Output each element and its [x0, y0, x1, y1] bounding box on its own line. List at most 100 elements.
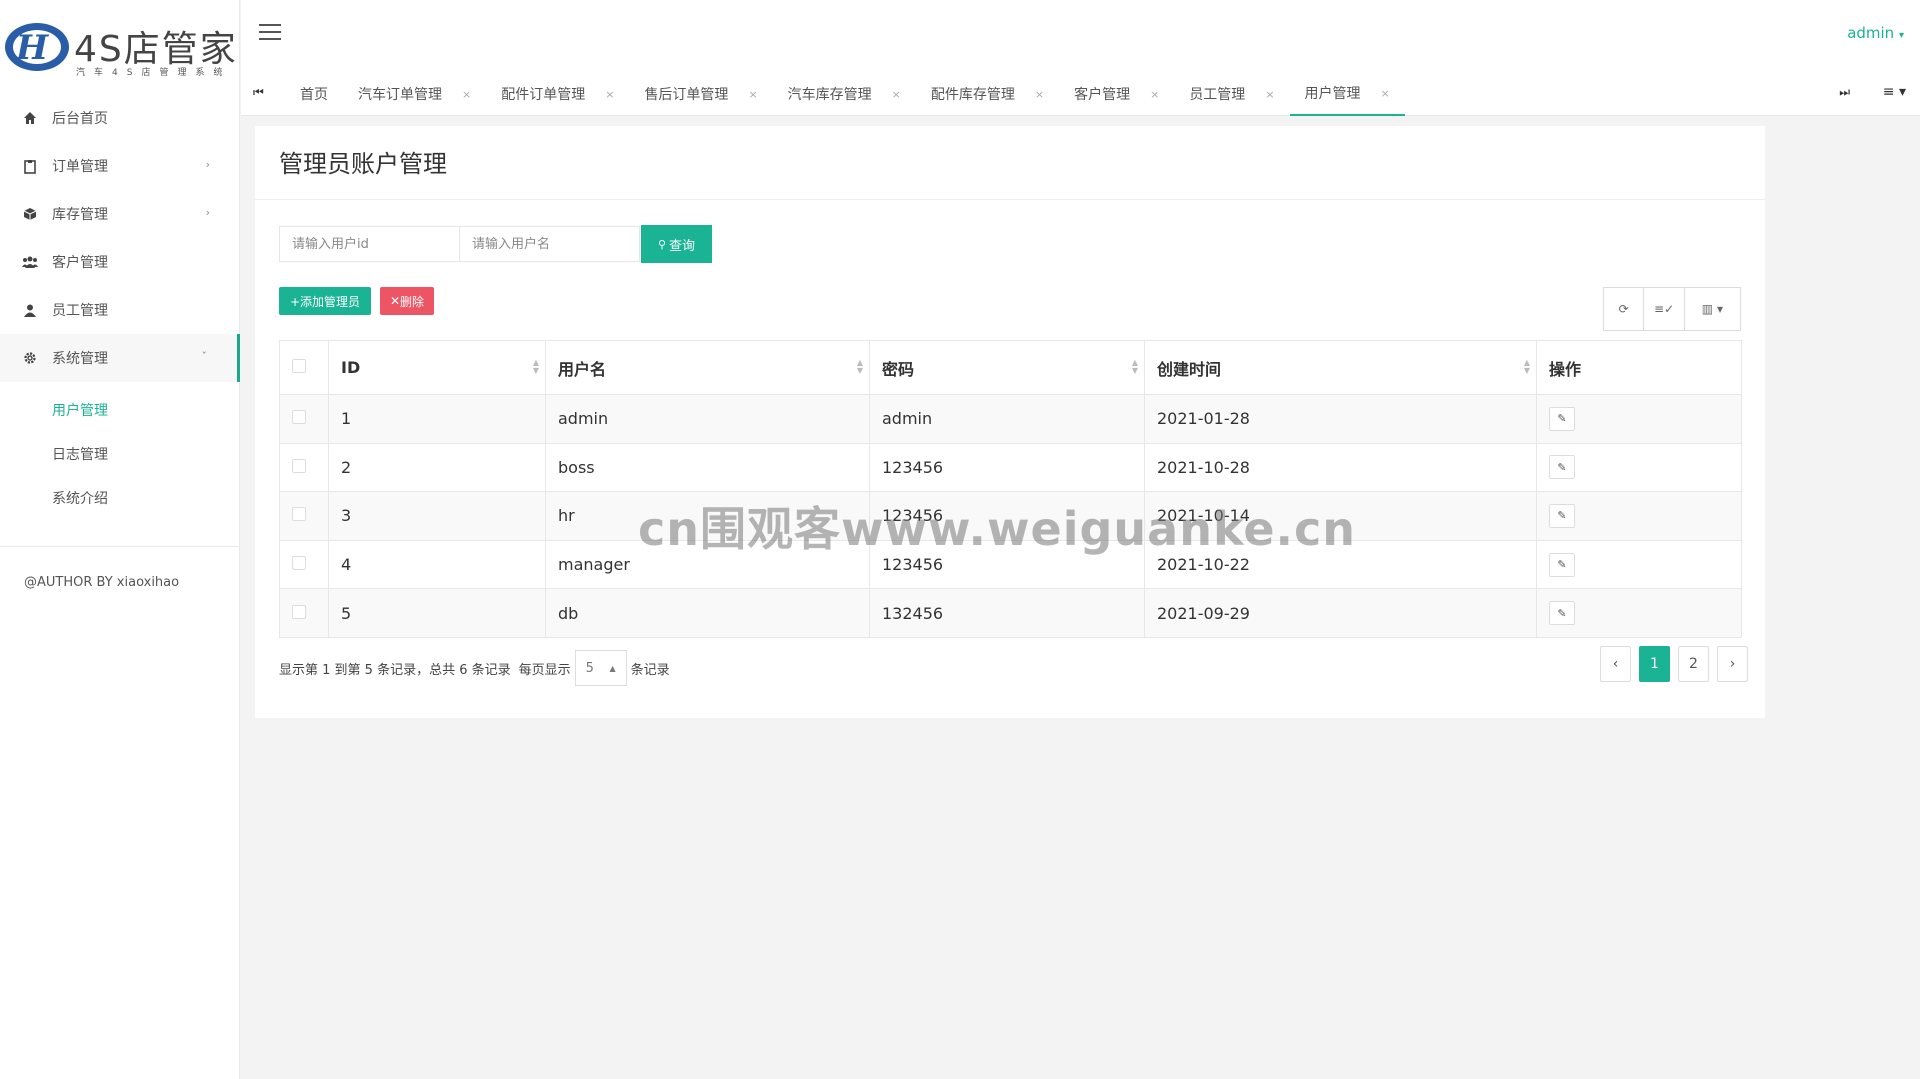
- page-size-select[interactable]: 5 ▲: [574, 650, 627, 686]
- column-header-label: 操作: [1549, 359, 1582, 379]
- tabs-scroll-right-icon[interactable]: ⏭: [1839, 85, 1850, 100]
- table-row: 2 boss 123456 2021-10-28 ✎: [279, 442, 1742, 493]
- cell-id: 4: [328, 539, 546, 590]
- sidebar-item-inventory[interactable]: 库存管理 ›: [0, 190, 240, 238]
- edit-icon[interactable]: ✎: [1549, 503, 1575, 528]
- tab-label: 售后订单管理: [644, 87, 729, 103]
- table-row: 5 db 132456 2021-09-29 ✎: [279, 588, 1742, 638]
- cell-actions: ✎: [1536, 539, 1742, 590]
- close-icon[interactable]: ×: [1381, 87, 1390, 100]
- select-all-checkbox[interactable]: [292, 359, 306, 373]
- toggle-view-icon[interactable]: ≡✓: [1644, 288, 1685, 330]
- sidebar-item-label: 客户管理: [52, 255, 108, 271]
- delete-button[interactable]: ✕ 删除: [380, 287, 434, 315]
- cell-actions: ✎: [1536, 588, 1742, 638]
- sidebar-item-label: 系统管理: [52, 351, 108, 367]
- tab-label: 员工管理: [1189, 87, 1246, 103]
- sidebar-item-label: 库存管理: [52, 207, 108, 223]
- cell-id: 5: [328, 588, 546, 638]
- tab-customers[interactable]: 客户管理 ×: [1059, 72, 1174, 116]
- pagination: ‹ 1 2 ›: [1592, 646, 1748, 682]
- page-button[interactable]: 1: [1639, 646, 1670, 682]
- column-header-username[interactable]: 用户名 ▲ ▼: [545, 340, 870, 395]
- next-page-button[interactable]: ›: [1717, 646, 1748, 682]
- sidebar-item-orders[interactable]: 订单管理 ›: [0, 142, 240, 190]
- close-icon[interactable]: ×: [605, 88, 614, 101]
- close-icon[interactable]: ×: [462, 88, 471, 101]
- cell-created: 2021-01-28: [1144, 394, 1537, 444]
- edit-icon[interactable]: ✎: [1549, 406, 1575, 431]
- tab-label: 汽车库存管理: [787, 87, 872, 103]
- close-icon[interactable]: ×: [1035, 88, 1044, 101]
- page-button[interactable]: 2: [1678, 646, 1709, 682]
- close-icon[interactable]: ×: [892, 88, 901, 101]
- row-checkbox[interactable]: [292, 458, 306, 473]
- prev-page-button[interactable]: ‹: [1600, 646, 1631, 682]
- caret-down-icon: ▾: [1898, 30, 1904, 41]
- cell-actions: ✎: [1536, 442, 1742, 493]
- system-submenu: 用户管理 日志管理 系统介绍: [0, 382, 240, 528]
- row-checkbox[interactable]: [292, 507, 306, 522]
- row-checkbox[interactable]: [292, 556, 306, 571]
- sidebar-item-customers[interactable]: 客户管理: [0, 238, 240, 286]
- column-header-label: 用户名: [558, 359, 607, 379]
- tab-car-orders[interactable]: 汽车订单管理 ×: [343, 72, 486, 116]
- sort-icon: ▲ ▼: [1523, 358, 1530, 375]
- row-select-cell: [279, 539, 329, 590]
- close-icon[interactable]: ×: [1150, 88, 1159, 101]
- row-checkbox[interactable]: [292, 604, 306, 619]
- user-menu[interactable]: admin ▾: [1847, 24, 1904, 42]
- column-header-label: 密码: [882, 359, 915, 379]
- close-icon[interactable]: ×: [1265, 88, 1274, 101]
- columns-icon[interactable]: ▥ ▾: [1685, 288, 1740, 330]
- clipboard-icon: [22, 158, 38, 174]
- cell-password: admin: [869, 394, 1145, 444]
- tab-part-orders[interactable]: 配件订单管理 ×: [486, 72, 629, 116]
- tabs-options-icon[interactable]: ≡ ▾: [1883, 84, 1906, 100]
- select-all-cell: [279, 340, 329, 395]
- divider: [255, 199, 1765, 200]
- caret-up-icon: ▲: [609, 663, 616, 673]
- cell-password: 132456: [869, 588, 1145, 638]
- tabs-scroll-left-icon[interactable]: ⏮: [253, 85, 264, 100]
- tab-part-stock[interactable]: 配件库存管理 ×: [916, 72, 1059, 116]
- column-header-created[interactable]: 创建时间 ▲ ▼: [1144, 340, 1537, 395]
- menu-toggle-icon[interactable]: [259, 24, 281, 42]
- svg-text:H: H: [15, 28, 50, 68]
- sidebar-item-staff[interactable]: 员工管理: [0, 286, 240, 334]
- table-row: 1 admin admin 2021-01-28 ✎: [279, 394, 1742, 444]
- edit-icon[interactable]: ✎: [1549, 552, 1575, 577]
- tabs: 首页 汽车订单管理 × 配件订单管理 × 售后订单管理 × 汽车库存管理 × 配件库存管…: [285, 72, 1405, 116]
- sidebar-item-system[interactable]: 系统管理 ˇ: [0, 334, 240, 382]
- sidebar-item-home[interactable]: 后台首页: [0, 94, 240, 142]
- tab-home[interactable]: 首页: [285, 72, 343, 116]
- close-icon[interactable]: ×: [748, 88, 757, 101]
- sidebar-subitem-logs[interactable]: 日志管理: [0, 432, 240, 476]
- top-navbar: admin ▾: [241, 0, 1920, 72]
- delete-button-label: 删除: [400, 294, 425, 309]
- logo-icon: H: [5, 23, 69, 71]
- column-header-id[interactable]: ID ▲ ▼: [328, 340, 546, 395]
- tab-aftersale-orders[interactable]: 售后订单管理 ×: [629, 72, 772, 116]
- edit-icon[interactable]: ✎: [1549, 601, 1575, 626]
- search-icon: ⚲: [657, 237, 667, 251]
- row-checkbox[interactable]: [292, 410, 306, 425]
- author-credit: @AUTHOR BY xiaoxihao: [24, 575, 180, 590]
- refresh-icon[interactable]: ⟳: [1604, 288, 1645, 330]
- edit-icon[interactable]: ✎: [1549, 455, 1575, 480]
- username-input[interactable]: [459, 226, 640, 262]
- user-icon: [22, 302, 38, 318]
- tab-label: 配件库存管理: [930, 87, 1015, 103]
- tab-staff[interactable]: 员工管理 ×: [1174, 72, 1289, 116]
- sidebar-subitem-users[interactable]: 用户管理: [0, 388, 240, 432]
- user-id-input[interactable]: [279, 226, 460, 262]
- sidebar-subitem-about[interactable]: 系统介绍: [0, 476, 240, 520]
- add-admin-button[interactable]: +添加管理员: [279, 287, 371, 315]
- page-size-value: 5: [585, 660, 594, 676]
- tab-car-stock[interactable]: 汽车库存管理 ×: [773, 72, 916, 116]
- search-button[interactable]: ⚲ 查询: [641, 225, 712, 263]
- cell-created: 2021-09-29: [1144, 588, 1537, 638]
- chevron-down-icon: ˇ: [201, 350, 208, 363]
- tab-users[interactable]: 用户管理 ×: [1289, 72, 1405, 116]
- column-header-password[interactable]: 密码 ▲ ▼: [869, 340, 1145, 395]
